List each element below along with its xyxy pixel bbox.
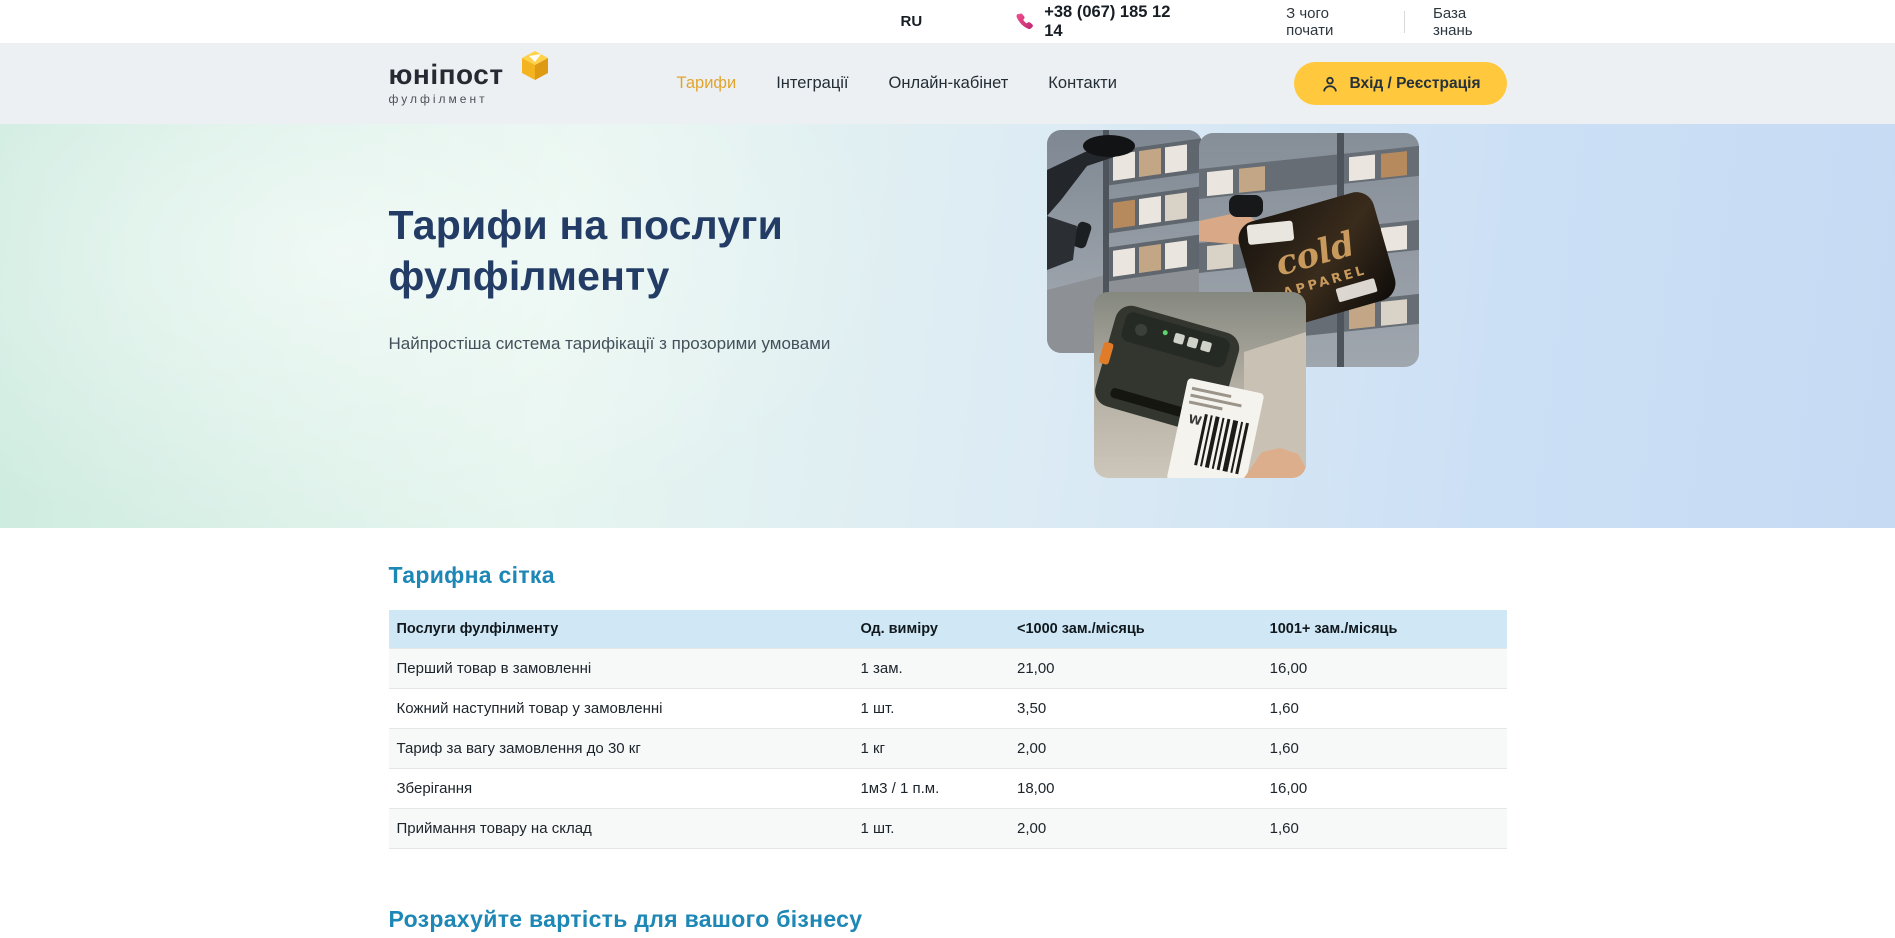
nav-item-tariffs[interactable]: Тарифи <box>677 74 737 93</box>
cell-price-low: 3,50 <box>1009 689 1262 729</box>
table-row: Тариф за вагу замовлення до 30 кг 1 кг 2… <box>389 729 1507 769</box>
table-row: Приймання товару на склад 1 шт. 2,00 1,6… <box>389 809 1507 849</box>
table-header-row: Послуги фулфілменту Од. виміру <1000 зам… <box>389 610 1507 649</box>
cell-service: Зберігання <box>389 769 853 809</box>
topbar-divider <box>1404 11 1405 33</box>
cell-price-low: 2,00 <box>1009 809 1262 849</box>
cell-price-high: 1,60 <box>1262 729 1507 769</box>
hero-section: Тарифи на послуги фулфілменту Найпростіш… <box>0 124 1895 528</box>
language-switcher[interactable]: RU <box>901 13 923 30</box>
calculator-section-title: Розрахуйте вартість для вашого бізнесу <box>389 906 1507 933</box>
table-row: Перший товар в замовленні 1 зам. 21,00 1… <box>389 649 1507 689</box>
cell-service: Перший товар в замовленні <box>389 649 853 689</box>
col-header-unit: Од. виміру <box>852 610 1009 649</box>
cell-service: Кожний наступний товар у замовленні <box>389 689 853 729</box>
nav-item-cabinet[interactable]: Онлайн-кабінет <box>889 74 1009 93</box>
topbar: RU +38 (067) 185 12 14 З чого почати Баз… <box>0 0 1895 43</box>
page-subtitle: Найпростіша система тарифікації з прозор… <box>389 334 949 354</box>
site-header: юніпост фулфілмент Тарифи Інтеграції Онл… <box>0 43 1895 124</box>
cell-price-low: 18,00 <box>1009 769 1262 809</box>
phone-link[interactable]: +38 (067) 185 12 14 <box>1016 3 1186 41</box>
cell-service: Приймання товару на склад <box>389 809 853 849</box>
pricing-section: Тарифна сітка Послуги фулфілменту Од. ви… <box>0 528 1895 938</box>
page-title: Тарифи на послуги фулфілменту <box>389 200 949 302</box>
login-register-button[interactable]: Вхід / Реєстрація <box>1294 62 1507 105</box>
cell-unit: 1 кг <box>852 729 1009 769</box>
label-printer-photo: W <box>1094 292 1306 478</box>
col-header-services: Послуги фулфілменту <box>389 610 853 649</box>
login-button-label: Вхід / Реєстрація <box>1350 75 1481 93</box>
cell-price-high: 16,00 <box>1262 769 1507 809</box>
logo-title: юніпост <box>389 61 535 89</box>
phone-icon <box>1016 12 1034 31</box>
logo[interactable]: юніпост фулфілмент <box>389 61 535 106</box>
cell-unit: 1м3 / 1 п.м. <box>852 769 1009 809</box>
main-nav: Тарифи Інтеграції Онлайн-кабінет Контакт… <box>677 74 1117 93</box>
user-icon <box>1320 74 1340 94</box>
cell-price-high: 1,60 <box>1262 689 1507 729</box>
logo-subtitle: фулфілмент <box>389 92 535 106</box>
pricing-section-title: Тарифна сітка <box>389 562 1507 589</box>
col-header-over-1001: 1001+ зам./місяць <box>1262 610 1507 649</box>
pricing-table: Послуги фулфілменту Од. виміру <1000 зам… <box>389 610 1507 849</box>
cell-price-low: 2,00 <box>1009 729 1262 769</box>
cell-price-high: 1,60 <box>1262 809 1507 849</box>
cell-price-high: 16,00 <box>1262 649 1507 689</box>
cell-unit: 1 шт. <box>852 689 1009 729</box>
table-row: Кожний наступний товар у замовленні 1 шт… <box>389 689 1507 729</box>
nav-item-integrations[interactable]: Інтеграції <box>776 74 848 93</box>
parcel-box-icon <box>519 49 551 86</box>
table-row: Зберігання 1м3 / 1 п.м. 18,00 16,00 <box>389 769 1507 809</box>
topbar-link-start[interactable]: З чого почати <box>1286 5 1376 39</box>
cell-service: Тариф за вагу замовлення до 30 кг <box>389 729 853 769</box>
topbar-link-knowledge[interactable]: База знань <box>1433 5 1506 39</box>
cell-unit: 1 шт. <box>852 809 1009 849</box>
phone-number: +38 (067) 185 12 14 <box>1044 3 1186 41</box>
cell-unit: 1 зам. <box>852 649 1009 689</box>
nav-item-contacts[interactable]: Контакти <box>1048 74 1117 93</box>
cell-price-low: 21,00 <box>1009 649 1262 689</box>
col-header-under-1000: <1000 зам./місяць <box>1009 610 1262 649</box>
